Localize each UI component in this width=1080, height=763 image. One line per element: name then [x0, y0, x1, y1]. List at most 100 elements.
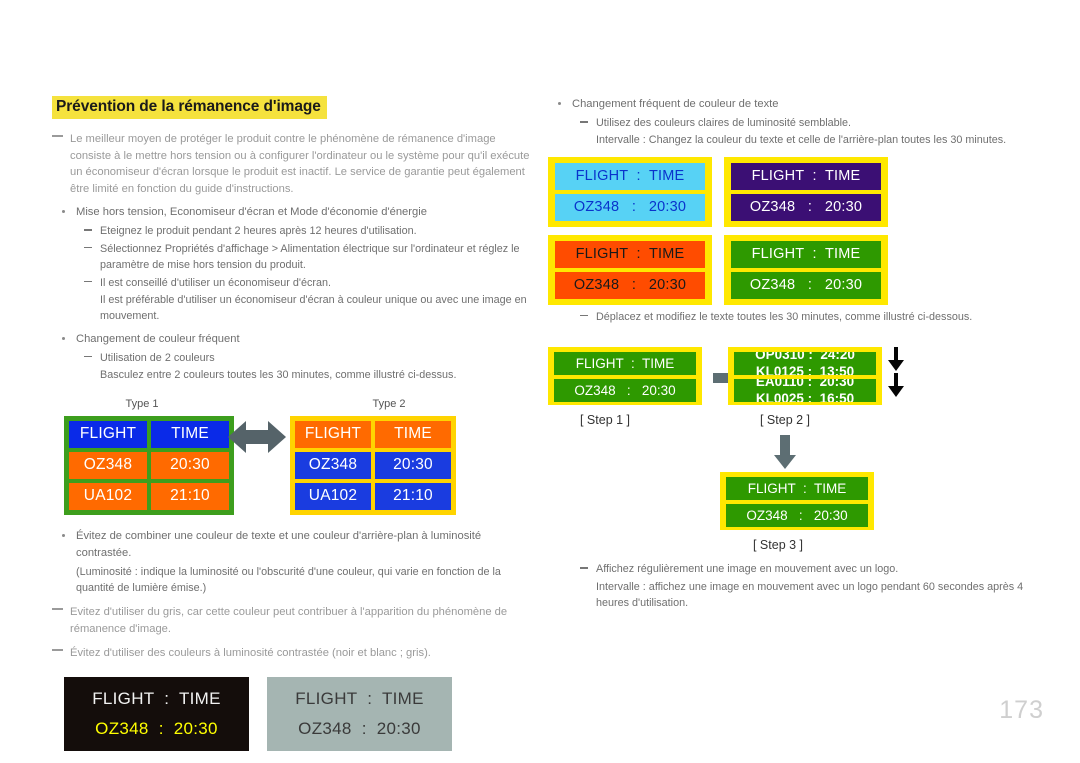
step2-clip-top-line2: KL0125 : 13:50: [755, 364, 855, 376]
sub-show-moving-image-continued: Intervalle : affichez une image en mouve…: [596, 580, 1024, 610]
step3-panel: FLIGHT : TIME OZ348 : 20:30: [720, 472, 874, 531]
color-sample-panel-line1: FLIGHT : TIME: [555, 240, 705, 268]
step1-caption: [ Step 1 ]: [579, 413, 631, 428]
step2-clip-bottom: EA0110 : 20:30 KL0025 : 16:50: [734, 379, 876, 403]
bullet-color-change: Changement de couleur fréquent: [52, 331, 530, 348]
flight-board-comparison: Type 1 Type 2 FLIGHT TIME OZ348 20:30 UA102 2…: [52, 398, 530, 518]
bullet-dot-icon: [62, 210, 65, 214]
color-sample-panel: FLIGHT : TIME OZ348 : 20:30: [724, 156, 888, 227]
sub-show-moving-image: Affichez régulièrement une image en mouv…: [548, 561, 1028, 577]
color-sample-panel-line2: OZ348 : 20:30: [731, 271, 881, 299]
note-dash-icon: [52, 135, 63, 137]
flight-board-type1-cell: FLIGHT: [69, 420, 147, 448]
flight-board-type2: FLIGHT TIME OZ348 20:30 UA102 21:10: [290, 415, 456, 515]
page-number: 173: [999, 696, 1044, 724]
flight-board-type1-cell: UA102: [69, 482, 147, 510]
right-column: Changement fréquent de couleur de texte …: [548, 96, 1028, 611]
flight-board-type2-cell: TIME: [375, 420, 451, 448]
steps-diagram: FLIGHT : TIME OZ348 : 20:30 OP0310 : 24:…: [548, 339, 1028, 579]
left-right-arrow-icon: [228, 421, 286, 453]
color-sample-panel: FLIGHT : TIME OZ348 : 20:30: [724, 234, 888, 305]
color-sample-panel: FLIGHT : TIME OZ348 : 20:30: [548, 234, 712, 305]
bullet-power-saving: Mise hors tension, Economiseur d'écran e…: [52, 204, 530, 221]
sub-dash-icon: [84, 246, 92, 249]
sample-panel-black-line2: OZ348 : 20:30: [95, 719, 218, 739]
sub-dash-icon: [580, 121, 588, 123]
type1-label: Type 1: [125, 397, 159, 410]
note-avoid-contrast-colors: Évitez d'utiliser des couleurs à luminos…: [52, 645, 530, 662]
note-avoid-contrast-colors-text: Évitez d'utiliser des couleurs à luminos…: [70, 646, 431, 659]
sample-panel-gray-line2: OZ348 : 20:30: [298, 719, 421, 739]
sub-two-colors: Utilisation de 2 couleurs: [52, 350, 530, 366]
step2-clip-bottom-line1: EA0110 : 20:30: [755, 379, 855, 390]
sub-two-colors-continued: Basculez entre 2 couleurs toutes les 30 …: [100, 369, 457, 382]
note-dash-icon: [52, 608, 63, 611]
flight-board-type2-cell: 20:30: [375, 451, 451, 479]
sample-panel-black: FLIGHT : TIME OZ348 : 20:30: [64, 677, 249, 752]
bullet-text-color-change: Changement fréquent de couleur de texte: [548, 96, 1028, 113]
sub-display-properties-label: Sélectionnez Propriétés d'affichage > Al…: [100, 242, 520, 272]
step2-caption: [ Step 2 ]: [759, 413, 811, 428]
sub-show-moving-image-label: Affichez régulièrement une image en mouv…: [596, 563, 899, 576]
flight-board-type1-cell: 21:10: [151, 482, 229, 510]
flight-board-type1-cell: OZ348: [69, 451, 147, 479]
sub-screensaver-label: Il est conseillé d'utiliser un économise…: [100, 276, 331, 289]
sub-dash-icon: [84, 280, 92, 283]
color-sample-panel: FLIGHT : TIME OZ348 : 20:30: [548, 156, 712, 227]
color-sample-panel-line1: FLIGHT : TIME: [555, 162, 705, 190]
bullet-power-saving-label: Mise hors tension, Economiseur d'écran e…: [76, 206, 427, 219]
bullet-avoid-contrast-label: Évitez de combiner une couleur de texte …: [76, 529, 482, 559]
flight-board-type1-cell: 20:30: [151, 451, 229, 479]
sample-panel-black-line1: FLIGHT : TIME: [92, 689, 221, 709]
color-sample-panel-line2: OZ348 : 20:30: [555, 271, 705, 299]
note-avoid-gray: Evitez d'utiliser du gris, car cette cou…: [52, 604, 530, 637]
contrast-sample-panels: FLIGHT : TIME OZ348 : 20:30 FLIGHT : TIM…: [52, 677, 530, 763]
sub-dash-icon: [580, 314, 588, 317]
sub-use-light-colors-label: Utilisez des couleurs claires de luminos…: [596, 117, 852, 129]
down-arrow-icon: [774, 435, 796, 470]
color-sample-panel-line2: OZ348 : 20:30: [731, 193, 881, 221]
step2-panel: OP0310 : 24:20 KL0125 : 13:50 EA0110 : 2…: [728, 347, 882, 406]
flight-board-type2-cell: UA102: [295, 482, 371, 510]
step2-clip-top: OP0310 : 24:20 KL0125 : 13:50: [734, 352, 876, 376]
page-title: Prévention de la rémanence d'image: [52, 96, 327, 119]
flight-board-type2-cell: FLIGHT: [295, 420, 371, 448]
flight-board-type1: FLIGHT TIME OZ348 20:30 UA102 21:10: [64, 415, 234, 515]
bullet-avoid-contrast-continued: (Luminosité : indique la luminosité ou l…: [76, 565, 501, 595]
sub-display-properties: Sélectionnez Propriétés d'affichage > Al…: [52, 241, 530, 274]
sub-dash-icon: [84, 355, 92, 358]
color-sample-panel-line1: FLIGHT : TIME: [731, 162, 881, 190]
sub-move-text-label: Déplacez et modifiez le texte toutes les…: [596, 310, 973, 323]
sub-use-light-colors: Utilisez des couleurs claires de luminos…: [548, 115, 1028, 131]
sub-use-light-colors-continued: Intervalle : Changez la couleur du texte…: [596, 134, 1007, 147]
step3-caption: [ Step 3 ]: [752, 538, 804, 553]
step3-line1: FLIGHT : TIME: [726, 477, 868, 501]
sub-turn-off-2h: Eteignez le produit pendant 2 heures apr…: [52, 223, 530, 239]
step1-line1: FLIGHT : TIME: [554, 352, 696, 376]
sub-move-text: Déplacez et modifiez le texte toutes les…: [548, 309, 1028, 325]
sub-dash-icon: [580, 567, 588, 569]
step1-line2: OZ348 : 20:30: [554, 379, 696, 403]
flight-board-type2-cell: 21:10: [375, 482, 451, 510]
intro-note: Le meilleur moyen de protéger le produit…: [52, 131, 530, 197]
bullet-color-change-label: Changement de couleur fréquent: [76, 332, 240, 345]
step3-line2: OZ348 : 20:30: [726, 504, 868, 528]
bullet-dot-icon: [62, 533, 65, 537]
step1-panel: FLIGHT : TIME OZ348 : 20:30: [548, 347, 702, 406]
intro-note-text: Le meilleur moyen de protéger le produit…: [70, 133, 530, 195]
sub-two-colors-label: Utilisation de 2 couleurs: [100, 351, 215, 364]
bullet-avoid-contrast: Évitez de combiner une couleur de texte …: [52, 528, 530, 562]
step2-clip-bottom-line2: KL0025 : 16:50: [755, 391, 855, 403]
document-page: Prévention de la rémanence d'image Le me…: [0, 0, 1080, 763]
down-arrow-icon: [888, 373, 904, 398]
flight-board-type2-cell: OZ348: [295, 451, 371, 479]
sample-panel-gray-line1: FLIGHT : TIME: [295, 689, 424, 709]
bullet-text-color-change-label: Changement fréquent de couleur de texte: [572, 98, 779, 110]
type2-label: Type 2: [372, 397, 406, 410]
color-sample-panel-line1: FLIGHT : TIME: [731, 240, 881, 268]
note-avoid-gray-text: Evitez d'utiliser du gris, car cette cou…: [70, 606, 508, 636]
color-sample-grid: FLIGHT : TIME OZ348 : 20:30 FLIGHT : TIME O…: [548, 156, 888, 305]
sub-dash-icon: [84, 229, 92, 231]
down-arrow-icon: [888, 347, 904, 372]
color-sample-panel-line2: OZ348 : 20:30: [555, 193, 705, 221]
